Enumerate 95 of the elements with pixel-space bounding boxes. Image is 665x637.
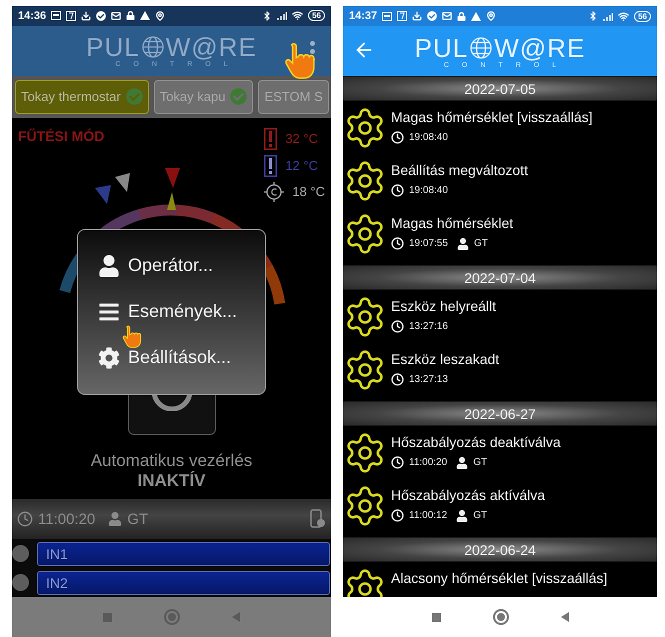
clock-icon <box>17 511 33 528</box>
temperature-value: 32 °C <box>285 131 318 146</box>
event-title: Magas hőmérséklet <box>391 215 514 231</box>
user-icon <box>108 512 122 526</box>
date-text: 2022-07-05 <box>464 80 536 96</box>
message-icon <box>382 12 392 20</box>
list-icon <box>98 300 120 323</box>
menu-item[interactable]: Események... <box>98 300 245 323</box>
event-title: Hőszabályozás deaktíválva <box>391 434 561 450</box>
automation-label: Automatikus vezérlés <box>90 451 252 471</box>
logo-text: W@RE <box>494 34 586 62</box>
last-change-time: 11:00:20 <box>38 510 96 528</box>
input-bar: IN2 <box>37 570 330 595</box>
event-time: 13:27:13 <box>409 374 448 385</box>
user-icon <box>98 254 120 277</box>
event-user: GT <box>474 238 488 249</box>
warning-icon <box>140 11 150 20</box>
clock-icon <box>391 237 404 250</box>
status-led <box>12 574 29 592</box>
menu-item[interactable]: Beállítások... <box>98 346 245 369</box>
lock-icon <box>457 12 466 20</box>
bluetooth-icon <box>588 11 598 21</box>
thermostat-target-icon <box>264 182 284 202</box>
automation-status: INAKTÍV <box>138 471 206 492</box>
location-icon <box>486 11 496 21</box>
mode-label: FŰTÉSI MÓD <box>18 128 104 144</box>
back-button[interactable] <box>560 612 568 622</box>
status-time: 14:37 <box>349 10 378 22</box>
logo-text: W@RE <box>166 33 257 62</box>
event-title: Eszköz leszakadt <box>391 351 500 367</box>
event-title: Eszköz helyreállt <box>391 298 496 314</box>
date-text: 2022-06-24 <box>464 542 536 558</box>
user-icon <box>456 456 468 468</box>
phone-touch-icon <box>310 509 326 530</box>
warning-icon <box>471 12 482 20</box>
temperature-value: 18 °C <box>292 184 325 200</box>
location-icon <box>155 10 166 21</box>
home-button[interactable] <box>492 609 508 625</box>
clock-icon <box>391 509 404 522</box>
status-time: 14:36 <box>18 10 46 22</box>
alert-high-icon <box>264 128 278 150</box>
battery-indicator: 56 <box>308 10 325 22</box>
event-title: Alacsony hőmérséklet [visszaállás] <box>391 570 608 586</box>
low-setpoint-marker <box>95 184 111 204</box>
logo-text: PUL <box>86 33 140 62</box>
user-name: GT <box>127 510 148 528</box>
event-title: Beállítás megváltozott <box>391 162 528 178</box>
clock-icon <box>391 456 404 469</box>
clock-icon <box>391 184 404 197</box>
clock-icon <box>391 320 404 333</box>
bluetooth-icon <box>262 10 272 21</box>
high-setpoint-marker <box>165 168 180 188</box>
alert-low-icon <box>264 154 278 177</box>
event-time: 19:08:40 <box>409 132 448 143</box>
user-icon <box>456 238 469 250</box>
event-time: 13:27:16 <box>409 321 448 332</box>
menu-item[interactable]: Operátor... <box>98 254 245 277</box>
date-text: 2022-06-27 <box>464 406 536 422</box>
mail-icon <box>442 11 452 21</box>
event-time: 11:00:20 <box>409 457 448 468</box>
event-user: GT <box>473 457 488 468</box>
input-bar: IN1 <box>37 542 330 566</box>
battery-indicator: 56 <box>634 10 651 22</box>
lock-icon <box>126 11 136 20</box>
pointing-hand-icon <box>122 324 142 348</box>
date-text: 2022-07-04 <box>464 270 536 286</box>
signal-icon <box>277 11 288 20</box>
globe-icon <box>469 36 494 60</box>
logo-text: PUL <box>414 34 468 62</box>
settings-icon <box>98 346 120 369</box>
wifi-icon <box>618 10 630 22</box>
event-time: 19:07:55 <box>409 238 448 249</box>
wifi-icon <box>292 10 304 22</box>
clock-icon <box>391 373 404 386</box>
message-icon <box>51 11 62 20</box>
status-led <box>12 545 29 562</box>
temperature-value: 12 °C <box>285 158 318 174</box>
clock-icon <box>391 131 404 144</box>
user-icon <box>456 510 468 522</box>
event-title: Hőszabályozás aktíválva <box>391 487 546 503</box>
globe-icon <box>140 35 165 60</box>
mail-icon <box>111 10 122 21</box>
event-user: GT <box>473 510 488 521</box>
current-value-pointer <box>167 192 176 210</box>
check-icon <box>230 88 248 106</box>
signal-icon <box>603 12 614 20</box>
event-time: 11:00:12 <box>409 510 448 521</box>
download-icon <box>81 10 92 21</box>
event-title: Magas hőmérséklet [visszaállás] <box>391 109 593 125</box>
target-setpoint-marker <box>115 172 130 192</box>
check-icon <box>126 88 143 106</box>
recents-button[interactable] <box>432 612 440 622</box>
download-icon <box>412 11 422 21</box>
event-time: 19:08:40 <box>409 185 448 196</box>
pointing-hand-icon <box>284 42 316 79</box>
